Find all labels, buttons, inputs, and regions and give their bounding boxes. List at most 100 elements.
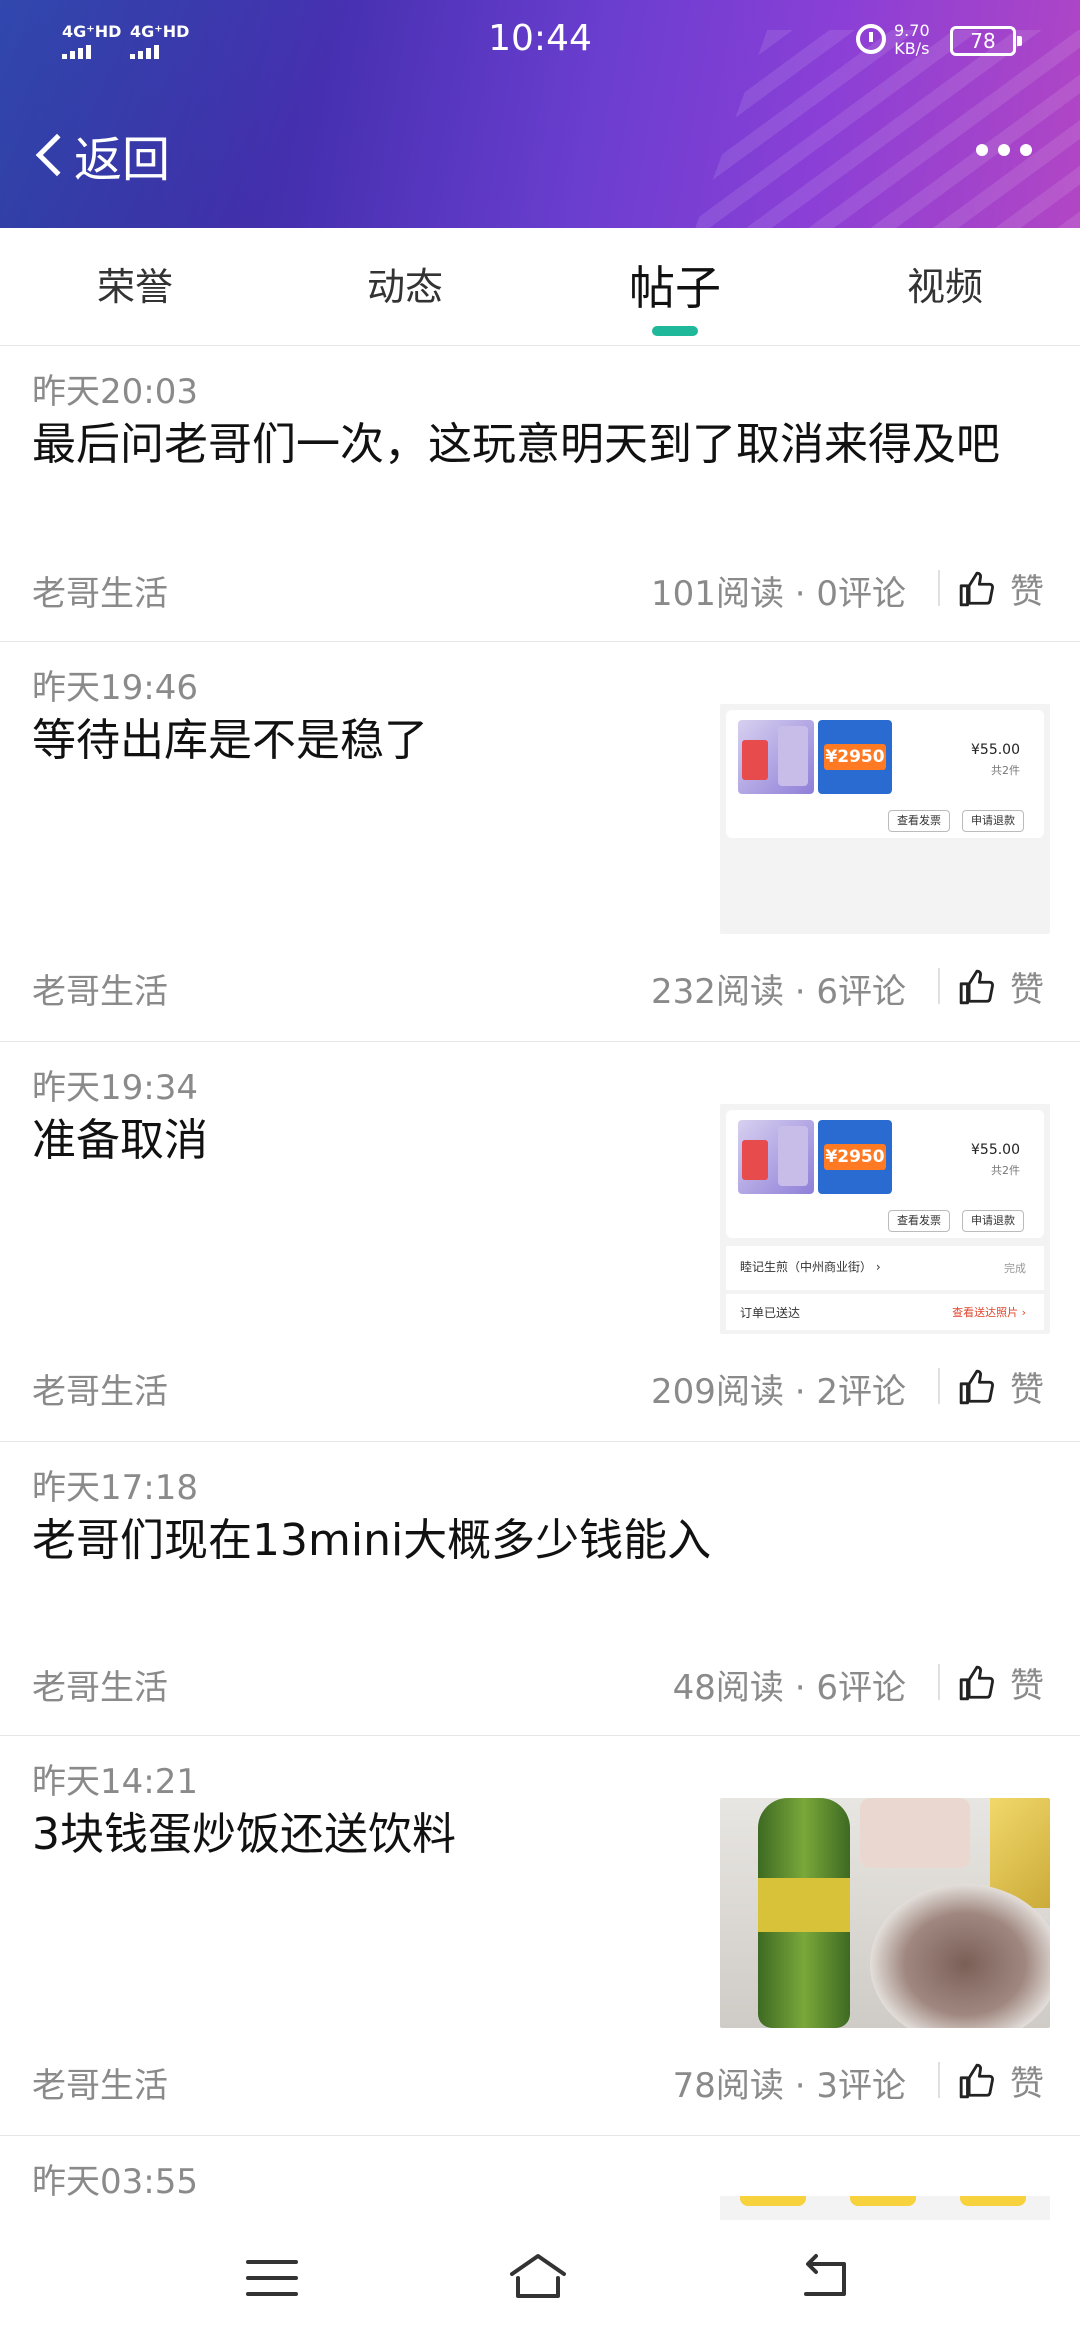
- divider: [938, 1368, 940, 1404]
- post-stats: 101阅读 · 0评论: [651, 574, 906, 614]
- post-item[interactable]: 昨天19:34 准备取消 ¥2950 ¥55.00 共2件 查看发票 申请退款 …: [0, 1042, 1080, 1442]
- battery-indicator: 78: [950, 26, 1022, 56]
- post-author[interactable]: 老哥生活: [32, 964, 168, 1013]
- post-time: 昨天17:18: [32, 1468, 198, 1508]
- like-label: 赞: [1010, 1666, 1044, 1706]
- thumbs-up-icon: [959, 571, 994, 606]
- post-title: 3块钱蛋炒饭还送饮料: [32, 1809, 456, 1860]
- like-button[interactable]: 赞: [958, 1658, 1044, 1707]
- home-icon: [510, 2254, 566, 2298]
- phone-image: [738, 1120, 814, 1194]
- like-button[interactable]: 赞: [958, 962, 1044, 1011]
- status-bar: 4G⁺HD 4G⁺HD 10:44 9.70 KB/s 78: [0, 0, 1080, 80]
- fried-rice-bowl: [870, 1884, 1050, 2028]
- post-item[interactable]: 昨天20:03 最后问老哥们一次，这玩意明天到了取消来得及吧 老哥生活 101阅…: [0, 346, 1080, 642]
- like-label: 赞: [1010, 970, 1044, 1010]
- promo-image: ¥2950: [818, 720, 892, 794]
- order-price: ¥55.00: [971, 1142, 1020, 1158]
- post-title: 等待出库是不是稳了: [32, 715, 428, 766]
- post-title: 最后问老哥们一次，这玩意明天到了取消来得及吧: [32, 419, 1000, 470]
- tab-videos[interactable]: 视频: [810, 256, 1080, 311]
- tab-activity[interactable]: 动态: [270, 256, 540, 311]
- post-thumbnail[interactable]: ¥2950 ¥55.00 共2件 查看发票 申请退款 睦记生煎（中州商业街） ›…: [720, 1104, 1050, 1334]
- speed-unit: KB/s: [894, 39, 930, 58]
- nav-menu-button[interactable]: [242, 2248, 302, 2308]
- like-button[interactable]: 赞: [958, 2056, 1044, 2105]
- delivery-photo-link: 查看送达照片 ›: [952, 1306, 1026, 1319]
- post-author[interactable]: 老哥生活: [32, 1660, 168, 1709]
- refund-button: 申请退款: [962, 810, 1024, 832]
- like-label: 赞: [1010, 1370, 1044, 1410]
- post-thumbnail[interactable]: ¥2950 ¥55.00 共2件 查看发票 申请退款: [720, 704, 1050, 934]
- post-time: 昨天14:21: [32, 1762, 198, 1802]
- post-author[interactable]: 老哥生活: [32, 566, 168, 615]
- post-item[interactable]: 昨天17:18 老哥们现在13mini大概多少钱能入 老哥生活 48阅读 · 6…: [0, 1442, 1080, 1736]
- post-title: 准备取消: [32, 1115, 208, 1166]
- network-speed: 9.70 KB/s: [894, 22, 930, 58]
- tab-bar: 荣誉 动态 帖子 视频: [0, 228, 1080, 346]
- more-dots-icon: [1020, 144, 1032, 156]
- post-author[interactable]: 老哥生活: [32, 1364, 168, 1413]
- system-nav-bar: [0, 2220, 1080, 2340]
- alarm-icon: [856, 24, 886, 54]
- order-price: ¥55.00: [971, 742, 1020, 758]
- divider: [938, 968, 940, 1004]
- refund-button: 申请退款: [962, 1210, 1024, 1232]
- back-label: 返回: [74, 132, 171, 188]
- more-dots-icon: [976, 144, 988, 156]
- post-stats: 78阅读 · 3评论: [672, 2066, 906, 2106]
- post-time: 昨天20:03: [32, 372, 198, 412]
- divider: [938, 570, 940, 606]
- active-tab-indicator: [652, 326, 698, 336]
- delivery-row: 订单已送达 查看送达照片 ›: [726, 1294, 1044, 1330]
- more-button[interactable]: [976, 144, 1032, 156]
- thumbs-up-icon: [959, 1665, 994, 1700]
- like-label: 赞: [1010, 572, 1044, 612]
- divider: [938, 1664, 940, 1700]
- delivery-status: 订单已送达: [740, 1306, 801, 1320]
- promo-price: ¥2950: [824, 744, 886, 770]
- promo-image: ¥2950: [818, 1120, 892, 1194]
- phone-image: [738, 720, 814, 794]
- bottle-label: [758, 1878, 850, 1932]
- order-card: ¥2950 ¥55.00 共2件 查看发票 申请退款: [726, 1110, 1044, 1238]
- post-time: 昨天19:34: [32, 1068, 198, 1108]
- post-stats: 48阅读 · 6评论: [672, 1668, 906, 1708]
- post-time: 昨天03:55: [32, 2162, 198, 2202]
- app-header: 4G⁺HD 4G⁺HD 10:44 9.70 KB/s 78 返回: [0, 0, 1080, 228]
- tab-honor[interactable]: 荣誉: [0, 256, 270, 311]
- post-stats: 209阅读 · 2评论: [651, 1372, 906, 1412]
- nav-home-button[interactable]: [508, 2248, 568, 2308]
- nav-back-button[interactable]: [796, 2248, 856, 2308]
- like-button[interactable]: 赞: [958, 564, 1044, 613]
- return-arrow-icon: [804, 2254, 846, 2296]
- order-card: ¥2950 ¥55.00 共2件 查看发票 申请退款: [726, 710, 1044, 838]
- like-label: 赞: [1010, 2064, 1044, 2104]
- post-item[interactable]: 昨天19:46 等待出库是不是稳了 ¥2950 ¥55.00 共2件 查看发票 …: [0, 642, 1080, 1042]
- menu-lines-icon: [246, 2260, 298, 2296]
- tab-posts[interactable]: 帖子: [540, 252, 810, 318]
- back-button[interactable]: 返回: [28, 120, 170, 190]
- order-qty: 共2件: [991, 764, 1020, 777]
- divider: [938, 2062, 940, 2098]
- like-button[interactable]: 赞: [958, 1362, 1044, 1411]
- post-thumbnail[interactable]: [720, 2196, 1050, 2222]
- order-qty: 共2件: [991, 1164, 1020, 1177]
- more-dots-icon: [998, 144, 1010, 156]
- chevron-left-icon: [35, 133, 79, 177]
- thumbs-up-icon: [959, 2063, 994, 2098]
- post-item[interactable]: 昨天14:21 3块钱蛋炒饭还送饮料 老哥生活 78阅读 · 3评论 赞: [0, 1736, 1080, 2136]
- thumbs-up-icon: [959, 1369, 994, 1404]
- post-time: 昨天19:46: [32, 668, 198, 708]
- post-thumbnail[interactable]: [720, 1798, 1050, 2028]
- food-bag: [860, 1798, 970, 1868]
- shop-row: 睦记生煎（中州商业街） › 完成: [726, 1246, 1044, 1290]
- invoice-button: 查看发票: [888, 810, 950, 832]
- speed-value: 9.70: [894, 21, 930, 40]
- post-title: 老哥们现在13mini大概多少钱能入: [32, 1515, 712, 1566]
- promo-price: ¥2950: [824, 1144, 886, 1170]
- invoice-button: 查看发票: [888, 1210, 950, 1232]
- thumbs-up-icon: [959, 969, 994, 1004]
- post-author[interactable]: 老哥生活: [32, 2058, 168, 2107]
- shop-name: 睦记生煎（中州商业街） ›: [740, 1260, 881, 1274]
